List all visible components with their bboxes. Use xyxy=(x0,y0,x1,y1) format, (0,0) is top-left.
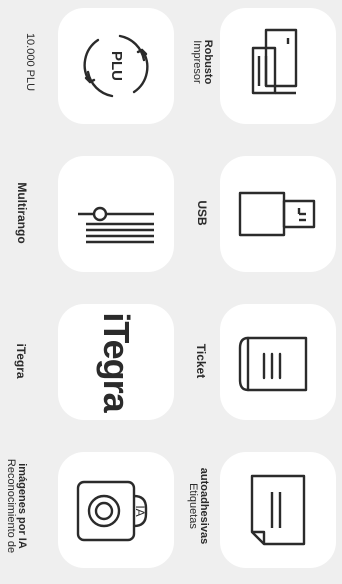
ticket-icon xyxy=(238,336,308,392)
label-usb: USB xyxy=(195,200,209,226)
label-ticket: Ticket xyxy=(194,343,208,379)
feature-multirango xyxy=(58,156,174,272)
label-plu: 10.000 PLU xyxy=(24,32,36,92)
feature-etiquetas xyxy=(220,452,336,568)
label-sheet-icon xyxy=(250,474,306,546)
label-printer: Robusto Impresor xyxy=(191,39,214,85)
label-camera-ia: imágenes por IA Reconocimiento de xyxy=(5,458,28,554)
label-itegra: iTegra xyxy=(14,343,28,379)
feature-usb xyxy=(220,156,336,272)
feature-camera-ia: IA xyxy=(58,452,174,568)
plu-cycle-icon: PLU xyxy=(83,34,149,98)
usb-icon xyxy=(238,191,316,237)
feature-plu: PLU xyxy=(58,8,174,124)
label-etiquetas: autoadhesivas Etiquetas xyxy=(187,467,210,545)
svg-text:IA: IA xyxy=(133,505,147,516)
printer-icon xyxy=(251,28,298,95)
feature-ticket xyxy=(220,304,336,420)
svg-text:PLU: PLU xyxy=(108,51,125,81)
label-multirango: Multirango xyxy=(15,182,29,244)
feature-printer xyxy=(220,8,336,124)
feature-itegra: iTegra xyxy=(58,304,174,420)
camera-ai-icon: IA xyxy=(76,480,148,542)
itegra-logo: iTegra xyxy=(96,312,137,412)
multirange-icon xyxy=(78,206,154,244)
